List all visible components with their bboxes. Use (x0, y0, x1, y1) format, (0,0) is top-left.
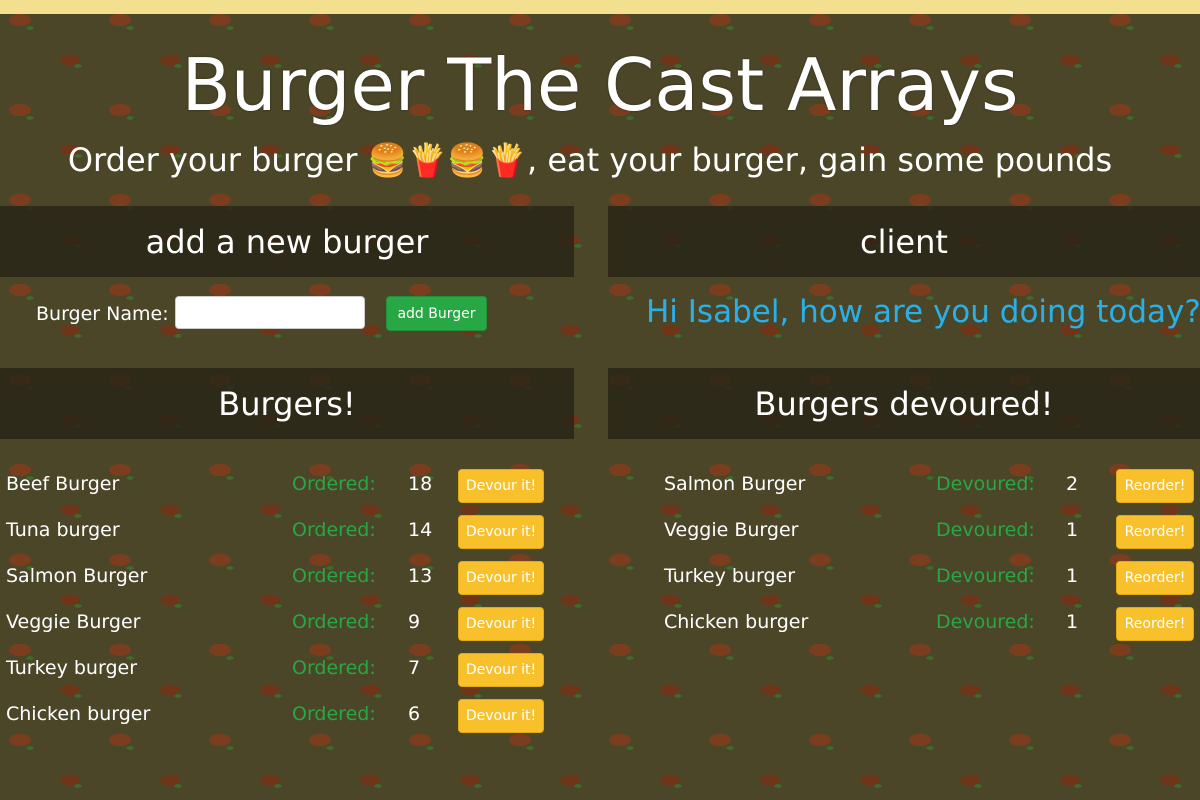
devoured-count: 1 (1066, 611, 1079, 633)
burger-name: Beef Burger (6, 473, 120, 495)
devoured-row: Salmon Burger Devoured: 2 Reorder! (664, 469, 1196, 505)
devoured-label: Devoured: (936, 565, 1035, 587)
devoured-label: Devoured: (936, 473, 1035, 495)
burger-row: Turkey burger Ordered: 7 Devour it! (6, 653, 546, 689)
devoured-row: Turkey burger Devoured: 1 Reorder! (664, 561, 1196, 597)
ordered-count: 6 (408, 703, 421, 725)
devoured-row: Veggie Burger Devoured: 1 Reorder! (664, 515, 1196, 551)
ordered-label: Ordered: (292, 473, 376, 495)
add-burger-heading: add a new burger (0, 206, 574, 277)
client-greeting: Hi Isabel, how are you doing today? (646, 294, 1200, 330)
burger-name: Tuna burger (6, 519, 120, 541)
reorder-button[interactable]: Reorder! (1116, 607, 1194, 641)
burger-name-label: Burger Name: (36, 303, 169, 325)
ordered-label: Ordered: (292, 703, 376, 725)
devoured-count: 2 (1066, 473, 1079, 495)
burgers-heading: Burgers! (0, 368, 574, 439)
devour-button[interactable]: Devour it! (458, 561, 544, 595)
devour-button[interactable]: Devour it! (458, 515, 544, 549)
reorder-button[interactable]: Reorder! (1116, 469, 1194, 503)
burger-name: Turkey burger (6, 657, 138, 679)
burger-name: Veggie Burger (6, 611, 141, 633)
devoured-burger-name: Turkey burger (664, 565, 796, 587)
reorder-button[interactable]: Reorder! (1116, 515, 1194, 549)
burger-name: Chicken burger (6, 703, 151, 725)
ordered-label: Ordered: (292, 519, 376, 541)
devour-button[interactable]: Devour it! (458, 469, 544, 503)
burger-row: Chicken burger Ordered: 6 Devour it! (6, 699, 546, 735)
reorder-button[interactable]: Reorder! (1116, 561, 1194, 595)
top-strip (0, 0, 1200, 14)
burger-row: Tuna burger Ordered: 14 Devour it! (6, 515, 546, 551)
devoured-count: 1 (1066, 519, 1079, 541)
devour-button[interactable]: Devour it! (458, 699, 544, 733)
ordered-label: Ordered: (292, 657, 376, 679)
devoured-row: Chicken burger Devoured: 1 Reorder! (664, 607, 1196, 643)
ordered-label: Ordered: (292, 565, 376, 587)
devoured-burger-name: Chicken burger (664, 611, 809, 633)
devoured-burger-name: Salmon Burger (664, 473, 806, 495)
burger-row: Veggie Burger Ordered: 9 Devour it! (6, 607, 546, 643)
ordered-count: 13 (408, 565, 433, 587)
devoured-label: Devoured: (936, 611, 1035, 633)
devour-button[interactable]: Devour it! (458, 653, 544, 687)
ordered-count: 14 (408, 519, 433, 541)
page-subtitle: Order your burger 🍔🍟🍔🍟, eat your burger,… (67, 141, 1113, 179)
burger-row: Salmon Burger Ordered: 13 Devour it! (6, 561, 546, 597)
burger-row: Beef Burger Ordered: 18 Devour it! (6, 469, 546, 505)
burger-name-input[interactable] (175, 296, 365, 329)
devoured-count: 1 (1066, 565, 1079, 587)
burger-name: Salmon Burger (6, 565, 148, 587)
devoured-label: Devoured: (936, 519, 1035, 541)
devoured-burger-name: Veggie Burger (664, 519, 799, 541)
ordered-label: Ordered: (292, 611, 376, 633)
devoured-heading: Burgers devoured! (608, 368, 1200, 439)
ordered-count: 9 (408, 611, 421, 633)
ordered-count: 18 (408, 473, 433, 495)
page-title: Burger The Cast Arrays (181, 43, 1019, 127)
devour-button[interactable]: Devour it! (458, 607, 544, 641)
ordered-count: 7 (408, 657, 421, 679)
add-burger-button[interactable]: add Burger (386, 296, 487, 331)
client-heading: client (608, 206, 1200, 277)
